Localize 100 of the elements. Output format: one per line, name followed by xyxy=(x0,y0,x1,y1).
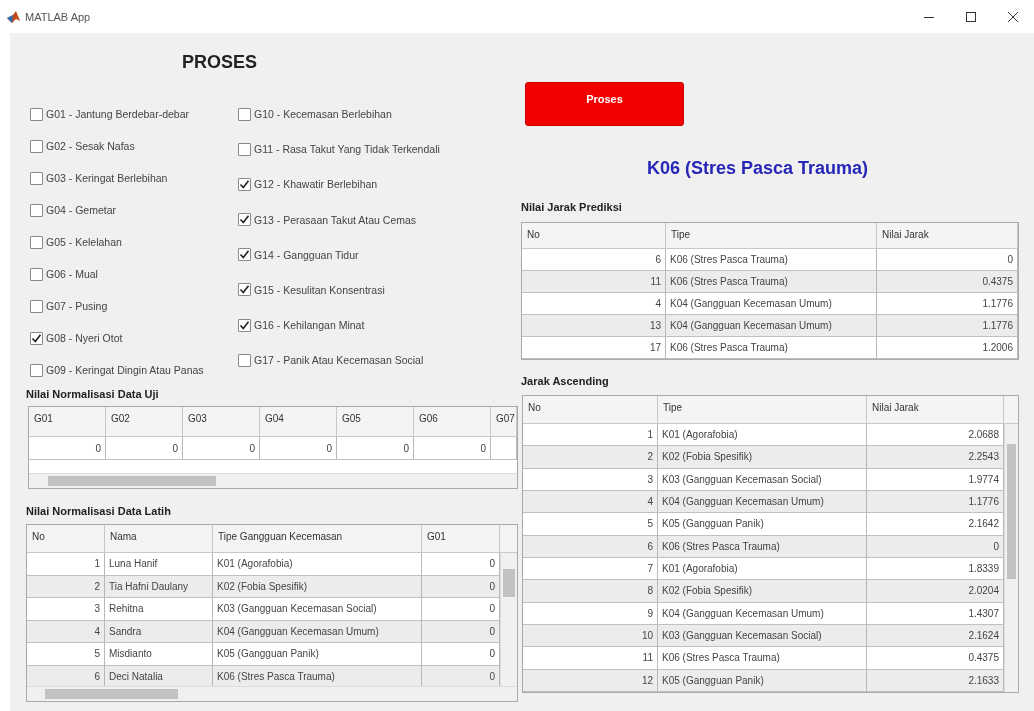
process-button[interactable]: Proses xyxy=(525,82,684,126)
empty-cell xyxy=(491,437,517,460)
table-cell: Luna Hanif xyxy=(105,553,213,576)
column-header[interactable]: Tipe xyxy=(666,223,877,249)
horizontal-scrollbar[interactable] xyxy=(29,473,517,488)
column-header[interactable]: G03 xyxy=(183,407,260,437)
table-cell: 9 xyxy=(523,602,658,625)
column-header[interactable]: G01 xyxy=(29,407,106,437)
table-cell: 2.0204 xyxy=(867,580,1004,603)
table-cell: 6 xyxy=(27,665,105,686)
maximize-icon[interactable] xyxy=(966,11,976,22)
column-header[interactable]: G01 xyxy=(422,525,500,553)
checkbox[interactable] xyxy=(30,235,43,249)
column-header[interactable]: Tipe Gangguan Kecemasan xyxy=(213,525,422,553)
table-cell: K02 (Fobia Spesifik) xyxy=(213,575,422,598)
checkbox[interactable] xyxy=(30,363,43,377)
table-cell: 3 xyxy=(27,598,105,621)
checkbox[interactable] xyxy=(238,142,251,156)
checkbox[interactable] xyxy=(238,283,251,297)
table-cell: 4 xyxy=(27,620,105,643)
table-cell: 11 xyxy=(522,271,666,293)
table-cell: 0 xyxy=(867,535,1004,558)
checkbox-label: G17 - Panik Atau Kecemasan Social xyxy=(254,354,424,367)
table-cell: Misdianto xyxy=(105,643,213,666)
table-title: Nilai Jarak Prediksi xyxy=(521,201,623,213)
column-header[interactable]: No xyxy=(27,525,105,553)
table-cell: K06 (Stres Pasca Trauma) xyxy=(666,337,877,359)
window-title: MATLAB App xyxy=(25,10,91,23)
table-cell: 1.1776 xyxy=(867,491,1004,514)
checkbox-label: G10 - Kecemasan Berlebihan xyxy=(254,108,392,120)
checkbox-label: G11 - Rasa Takut Yang Tidak Terkendali xyxy=(254,143,440,156)
checkbox[interactable] xyxy=(238,353,251,367)
checkbox[interactable] xyxy=(30,299,43,313)
table-cell: 2.1624 xyxy=(867,624,1004,648)
checkbox[interactable] xyxy=(30,107,43,121)
checkbox-label: G06 - Mual xyxy=(46,268,98,280)
column-header[interactable]: G06 xyxy=(414,407,491,437)
checkbox[interactable] xyxy=(30,139,43,153)
checkbox[interactable] xyxy=(238,248,251,262)
checkbox[interactable] xyxy=(30,203,43,217)
section-heading: PROSES xyxy=(182,51,259,74)
table-cell: 0 xyxy=(260,437,337,460)
checkbox[interactable] xyxy=(30,267,43,281)
table-cell: K02 (Fobia Spesifik) xyxy=(658,580,867,603)
vertical-scrollbar[interactable] xyxy=(500,553,517,686)
horizontal-scrollbar[interactable] xyxy=(27,686,517,701)
column-header[interactable]: Nilai Jarak xyxy=(877,223,1018,249)
column-header[interactable]: No xyxy=(522,223,666,249)
table-cell: 5 xyxy=(523,513,658,536)
table-cell: K03 (Gangguan Kecemasan Social) xyxy=(658,468,867,491)
column-header[interactable]: G02 xyxy=(106,407,183,437)
checkbox-label: G13 - Perasaan Takut Atau Cemas xyxy=(254,213,417,226)
table-cell: Rehitna xyxy=(105,598,213,621)
table-cell: 0 xyxy=(183,437,260,460)
checkbox[interactable] xyxy=(30,171,43,185)
column-header[interactable]: Nilai Jarak xyxy=(867,396,1004,424)
table-cell: K04 (Gangguan Kecemasan Umum) xyxy=(213,620,422,643)
column-header[interactable]: Tipe xyxy=(658,396,867,424)
table-cell: 1 xyxy=(27,553,105,576)
table-cell: K06 (Stres Pasca Trauma) xyxy=(213,665,422,686)
checkbox-label: G03 - Keringat Berlebihan xyxy=(46,172,168,184)
table-cell: K06 (Stres Pasca Trauma) xyxy=(658,535,867,558)
close-icon[interactable] xyxy=(1008,11,1018,22)
checkbox[interactable] xyxy=(238,318,251,332)
table-cell: 10 xyxy=(523,624,658,648)
table-cell: 17 xyxy=(522,337,666,359)
checkbox[interactable] xyxy=(238,107,251,121)
checkbox-label: G08 - Nyeri Otot xyxy=(46,332,123,344)
table-cell: K03 (Gangguan Kecemasan Social) xyxy=(658,624,867,648)
table-cell: Tia Hafni Daulany xyxy=(105,575,213,598)
table-cell: K03 (Gangguan Kecemasan Social) xyxy=(213,598,422,621)
checkbox-label: G04 - Gemetar xyxy=(46,204,117,216)
table-cell: Deci Natalia xyxy=(105,665,213,686)
checkbox[interactable] xyxy=(238,177,251,191)
column-header[interactable]: No xyxy=(523,396,658,424)
table-cell: 3 xyxy=(523,468,658,491)
table-title: Nilai Normalisasi Data Uji xyxy=(26,388,160,400)
table-cell: 2.2543 xyxy=(867,446,1004,469)
result-label: K06 (Stres Pasca Trauma) xyxy=(647,158,870,179)
table-cell: 2 xyxy=(27,575,105,598)
checkbox-label: G05 - Kelelahan xyxy=(46,236,122,248)
column-header[interactable]: Nama xyxy=(105,525,213,553)
table-cell: 1.2006 xyxy=(877,337,1018,359)
table-cell: 6 xyxy=(523,535,658,558)
table-cell: 0 xyxy=(414,437,491,460)
column-header[interactable]: G04 xyxy=(260,407,337,437)
checkbox-label: G07 - Pusing xyxy=(46,300,108,312)
app-icon xyxy=(7,10,21,23)
checkbox[interactable] xyxy=(238,213,251,227)
vertical-scrollbar[interactable] xyxy=(1004,424,1018,692)
table-cell: 0 xyxy=(422,575,500,598)
checkbox-label: G09 - Keringat Dingin Atau Panas xyxy=(46,364,204,376)
table-cell: K05 (Gangguan Panik) xyxy=(213,643,422,666)
table-cell: 2 xyxy=(523,446,658,469)
checkbox[interactable] xyxy=(30,331,43,345)
column-header[interactable]: G05 xyxy=(337,407,414,437)
column-header[interactable]: G07 xyxy=(491,407,517,437)
table-cell: 0 xyxy=(422,665,500,686)
table-cell: 2.1633 xyxy=(867,669,1004,692)
table-cell: 5 xyxy=(27,643,105,666)
